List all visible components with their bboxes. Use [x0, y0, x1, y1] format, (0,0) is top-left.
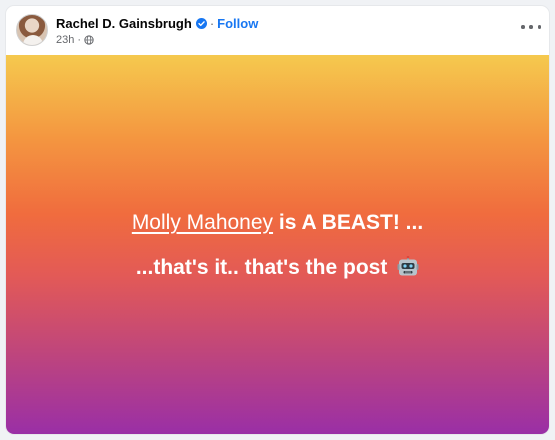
post-meta: 23h ·	[56, 33, 94, 47]
mention-link[interactable]: Molly Mahoney	[132, 211, 273, 234]
post-header: Rachel D. Gainsbrugh · Follow 23h ·	[6, 6, 549, 54]
post-timestamp[interactable]: 23h	[56, 34, 74, 46]
post-text-line2-text: ...that's it.. that's the post	[135, 256, 388, 279]
name-separator: ·	[209, 15, 215, 31]
post-card: Rachel D. Gainsbrugh · Follow 23h · Moll…	[6, 6, 549, 434]
post-text-line1: Molly Mahoney is A BEAST! ...	[6, 210, 549, 236]
post-text-line2: ...that's it.. that's the post	[6, 255, 549, 281]
more-options-icon[interactable]	[521, 20, 541, 34]
follow-button[interactable]: Follow	[217, 16, 258, 31]
author-avatar[interactable]	[16, 14, 48, 46]
author-row: Rachel D. Gainsbrugh · Follow	[56, 15, 258, 31]
post-text-line1-rest: is A BEAST! ...	[273, 211, 424, 234]
globe-icon[interactable]	[84, 35, 94, 45]
verified-badge-icon	[195, 17, 207, 29]
meta-separator: ·	[77, 34, 82, 46]
author-name[interactable]: Rachel D. Gainsbrugh	[56, 16, 192, 31]
post-background: Molly Mahoney is A BEAST! ... ...that's …	[6, 55, 549, 434]
robot-emoji-icon	[397, 256, 419, 276]
